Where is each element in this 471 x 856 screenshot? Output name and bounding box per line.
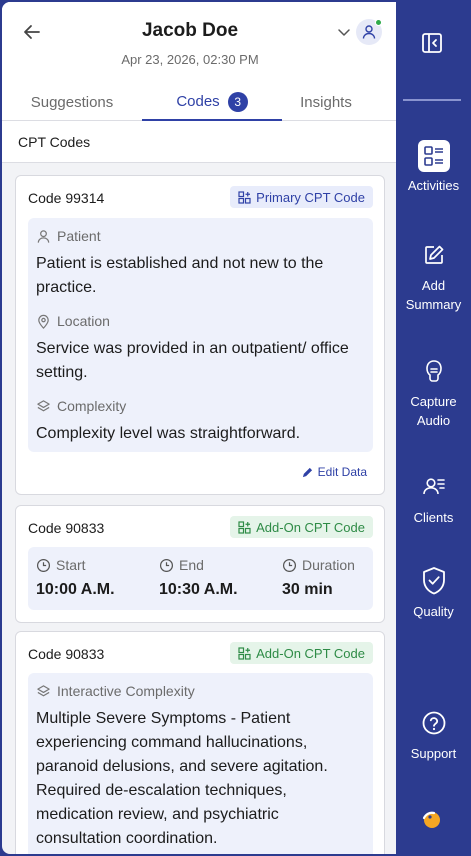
sidebar-item-activities[interactable]: Activities: [396, 140, 471, 195]
cpt-code-card: Code 99314 Primary CPT Code Patient Pati…: [15, 175, 385, 495]
field-label: Location: [36, 313, 110, 329]
cpt-code: Code 99314: [28, 190, 105, 206]
sidebar-item-support[interactable]: Support: [396, 706, 471, 763]
end-time: End 10:30 A.M.: [159, 557, 238, 598]
grid-plus-icon: [238, 190, 251, 204]
clock-icon: [36, 558, 51, 572]
field-value: Service was provided in an outpatient/ o…: [36, 340, 349, 381]
layers-icon: [37, 399, 50, 411]
app-logo-icon: [422, 811, 440, 828]
online-status-dot: [375, 19, 382, 26]
sidebar-item-capture-audio[interactable]: Capture Audio: [396, 354, 471, 430]
sidebar-item-add-summary[interactable]: Add Summary: [396, 238, 471, 314]
patient-name: Jacob Doe: [141, 20, 239, 41]
edit-icon: [417, 238, 451, 272]
start-time: Start 10:00 A.M.: [36, 557, 115, 598]
sidebar: Activities Add Summary Capture Audio Cli…: [396, 0, 471, 856]
code-details: Interactive Complexity Multiple Severe S…: [28, 673, 373, 854]
user-icon: [37, 229, 50, 243]
tab-insights[interactable]: Insights: [256, 84, 396, 121]
code-details: Patient Patient is established and not n…: [28, 218, 373, 452]
layers-icon: [37, 684, 50, 696]
codes-count-badge: 3: [227, 91, 248, 112]
field-value: Patient is established and not new to th…: [36, 255, 324, 296]
field-label: Patient: [36, 228, 101, 244]
clients-icon: [417, 470, 451, 504]
pencil-icon: [302, 467, 312, 477]
addon-cpt-tag: Add-On CPT Code: [230, 642, 373, 664]
addon-cpt-tag: Add-On CPT Code: [230, 516, 373, 538]
field-value: Complexity level was straightforward.: [36, 425, 301, 442]
chevron-down-icon[interactable]: [336, 24, 352, 40]
field-value: Multiple Severe Symptoms - Patient exper…: [36, 710, 328, 847]
location-pin-icon: [38, 314, 49, 329]
edit-data-button[interactable]: Edit Data: [302, 465, 367, 479]
session-times: Start 10:00 A.M. End 10:30 A.M. Duration…: [28, 547, 373, 610]
field-label: Interactive Complexity: [36, 683, 195, 699]
clock-icon: [159, 558, 174, 572]
avatar[interactable]: [356, 19, 382, 45]
clock-icon: [282, 558, 297, 572]
main-panel: Jacob Doe Apr 23, 2026, 02:30 PM Suggest…: [0, 0, 396, 856]
primary-cpt-tag: Primary CPT Code: [230, 186, 373, 208]
visit-datetime: Apr 23, 2026, 02:30 PM: [121, 52, 259, 67]
cpt-code: Code 90833: [28, 646, 105, 662]
sidebar-item-quality[interactable]: Quality: [396, 564, 471, 621]
question-icon: [417, 706, 451, 740]
sidebar-divider: [403, 99, 461, 101]
activities-icon: [417, 140, 450, 172]
section-title: CPT Codes: [2, 121, 396, 163]
tab-suggestions[interactable]: Suggestions: [2, 84, 142, 121]
shield-check-icon: [417, 564, 451, 598]
tab-bar: Suggestions Codes 3 Insights: [2, 84, 396, 121]
user-icon: [362, 25, 376, 39]
cpt-code-card: Code 90833 Add-On CPT Code Start 10:00 A…: [15, 505, 385, 623]
microphone-icon: [417, 354, 451, 388]
grid-plus-icon: [238, 520, 251, 534]
duration: Duration 30 min: [282, 557, 355, 598]
sidebar-collapse-icon[interactable]: [421, 32, 443, 54]
grid-plus-icon: [238, 646, 251, 660]
cpt-code-card: Code 90833 Add-On CPT Code Interactive C…: [15, 631, 385, 854]
field-label: Complexity: [36, 398, 126, 414]
cpt-code: Code 90833: [28, 520, 105, 536]
sidebar-item-clients[interactable]: Clients: [396, 470, 471, 527]
patient-header: Jacob Doe Apr 23, 2026, 02:30 PM Suggest…: [2, 2, 396, 121]
